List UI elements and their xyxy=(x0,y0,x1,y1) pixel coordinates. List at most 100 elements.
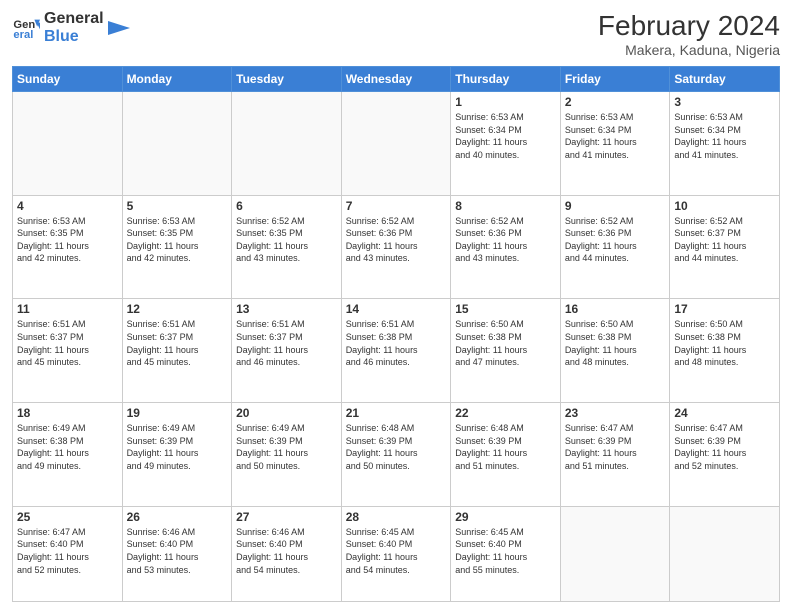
calendar-cell: 18 Sunrise: 6:49 AM Sunset: 6:38 PM Dayli… xyxy=(13,403,123,507)
day-number: 2 xyxy=(565,95,666,109)
day-number: 5 xyxy=(127,199,228,213)
day-info: Sunrise: 6:53 AM Sunset: 6:35 PM Dayligh… xyxy=(127,215,228,265)
weekday-header-monday: Monday xyxy=(122,67,232,92)
calendar-cell: 21Sunrise: 6:48 AM Sunset: 6:39 PM Dayli… xyxy=(341,403,451,507)
day-info: Sunrise: 6:53 AM Sunset: 6:34 PM Dayligh… xyxy=(455,111,556,161)
day-info: Sunrise: 6:50 AM Sunset: 6:38 PM Dayligh… xyxy=(455,318,556,368)
location-subtitle: Makera, Kaduna, Nigeria xyxy=(598,42,780,58)
day-number: 7 xyxy=(346,199,447,213)
calendar-cell: 17 Sunrise: 6:50 AM Sunset: 6:38 PM Dayli… xyxy=(670,299,780,403)
day-number: 14 xyxy=(346,302,447,316)
day-info: Sunrise: 6:47 AM Sunset: 6:39 PM Dayligh… xyxy=(565,422,666,472)
day-number: 25 xyxy=(17,510,118,524)
day-info: Sunrise: 6:45 AM Sunset: 6:40 PM Dayligh… xyxy=(346,526,447,576)
title-block: February 2024 Makera, Kaduna, Nigeria xyxy=(598,10,780,58)
day-number: 17 xyxy=(674,302,775,316)
calendar-cell: 29 Sunrise: 6:45 AM Sunset: 6:40 PM Dayli… xyxy=(451,506,561,601)
day-info: Sunrise: 6:51 AM Sunset: 6:37 PM Dayligh… xyxy=(127,318,228,368)
calendar-cell: 28Sunrise: 6:45 AM Sunset: 6:40 PM Dayli… xyxy=(341,506,451,601)
calendar-cell xyxy=(670,506,780,601)
day-info: Sunrise: 6:49 AM Sunset: 6:39 PM Dayligh… xyxy=(236,422,337,472)
calendar-cell: 25 Sunrise: 6:47 AM Sunset: 6:40 PM Dayli… xyxy=(13,506,123,601)
day-info: Sunrise: 6:50 AM Sunset: 6:38 PM Dayligh… xyxy=(674,318,775,368)
day-info: Sunrise: 6:53 AM Sunset: 6:34 PM Dayligh… xyxy=(565,111,666,161)
day-number: 6 xyxy=(236,199,337,213)
calendar-cell: 24Sunrise: 6:47 AM Sunset: 6:39 PM Dayli… xyxy=(670,403,780,507)
logo-icon: Gen eral xyxy=(12,14,40,42)
day-info: Sunrise: 6:52 AM Sunset: 6:36 PM Dayligh… xyxy=(455,215,556,265)
day-number: 23 xyxy=(565,406,666,420)
calendar-cell: 23 Sunrise: 6:47 AM Sunset: 6:39 PM Dayli… xyxy=(560,403,670,507)
day-number: 20 xyxy=(236,406,337,420)
calendar-cell: 8 Sunrise: 6:52 AM Sunset: 6:36 PM Daylig… xyxy=(451,195,561,299)
weekday-header-saturday: Saturday xyxy=(670,67,780,92)
calendar-cell: 15Sunrise: 6:50 AM Sunset: 6:38 PM Dayli… xyxy=(451,299,561,403)
day-number: 18 xyxy=(17,406,118,420)
calendar-cell xyxy=(122,92,232,196)
day-info: Sunrise: 6:52 AM Sunset: 6:36 PM Dayligh… xyxy=(565,215,666,265)
day-number: 29 xyxy=(455,510,556,524)
calendar-table: SundayMondayTuesdayWednesdayThursdayFrid… xyxy=(12,66,780,602)
calendar-cell: 2 Sunrise: 6:53 AM Sunset: 6:34 PM Daylig… xyxy=(560,92,670,196)
weekday-header-sunday: Sunday xyxy=(13,67,123,92)
day-number: 1 xyxy=(455,95,556,109)
calendar-cell: 10Sunrise: 6:52 AM Sunset: 6:37 PM Dayli… xyxy=(670,195,780,299)
svg-text:eral: eral xyxy=(13,28,33,40)
calendar-cell xyxy=(341,92,451,196)
day-info: Sunrise: 6:48 AM Sunset: 6:39 PM Dayligh… xyxy=(455,422,556,472)
day-number: 4 xyxy=(17,199,118,213)
calendar-cell xyxy=(232,92,342,196)
calendar-week-row: 11 Sunrise: 6:51 AM Sunset: 6:37 PM Dayli… xyxy=(13,299,780,403)
calendar-cell: 14Sunrise: 6:51 AM Sunset: 6:38 PM Dayli… xyxy=(341,299,451,403)
weekday-header-wednesday: Wednesday xyxy=(341,67,451,92)
day-number: 13 xyxy=(236,302,337,316)
calendar-cell: 3Sunrise: 6:53 AM Sunset: 6:34 PM Daylig… xyxy=(670,92,780,196)
day-number: 27 xyxy=(236,510,337,524)
day-info: Sunrise: 6:49 AM Sunset: 6:38 PM Dayligh… xyxy=(17,422,118,472)
day-info: Sunrise: 6:46 AM Sunset: 6:40 PM Dayligh… xyxy=(236,526,337,576)
day-info: Sunrise: 6:45 AM Sunset: 6:40 PM Dayligh… xyxy=(455,526,556,576)
calendar-cell: 19 Sunrise: 6:49 AM Sunset: 6:39 PM Dayli… xyxy=(122,403,232,507)
day-number: 19 xyxy=(127,406,228,420)
day-number: 10 xyxy=(674,199,775,213)
calendar-cell: 13Sunrise: 6:51 AM Sunset: 6:37 PM Dayli… xyxy=(232,299,342,403)
day-info: Sunrise: 6:48 AM Sunset: 6:39 PM Dayligh… xyxy=(346,422,447,472)
day-info: Sunrise: 6:53 AM Sunset: 6:35 PM Dayligh… xyxy=(17,215,118,265)
day-info: Sunrise: 6:53 AM Sunset: 6:34 PM Dayligh… xyxy=(674,111,775,161)
calendar-cell xyxy=(560,506,670,601)
logo: Gen eral General Blue xyxy=(12,10,130,45)
day-number: 11 xyxy=(17,302,118,316)
calendar-cell: 22 Sunrise: 6:48 AM Sunset: 6:39 PM Dayli… xyxy=(451,403,561,507)
day-info: Sunrise: 6:47 AM Sunset: 6:40 PM Dayligh… xyxy=(17,526,118,576)
calendar-cell: 12Sunrise: 6:51 AM Sunset: 6:37 PM Dayli… xyxy=(122,299,232,403)
calendar-cell: 4 Sunrise: 6:53 AM Sunset: 6:35 PM Daylig… xyxy=(13,195,123,299)
calendar-cell: 16Sunrise: 6:50 AM Sunset: 6:38 PM Dayli… xyxy=(560,299,670,403)
calendar-cell: 6Sunrise: 6:52 AM Sunset: 6:35 PM Daylig… xyxy=(232,195,342,299)
calendar-cell: 5 Sunrise: 6:53 AM Sunset: 6:35 PM Daylig… xyxy=(122,195,232,299)
calendar-cell: 20 Sunrise: 6:49 AM Sunset: 6:39 PM Dayli… xyxy=(232,403,342,507)
logo-text-blue: Blue xyxy=(44,28,104,46)
calendar-week-row: 25 Sunrise: 6:47 AM Sunset: 6:40 PM Dayli… xyxy=(13,506,780,601)
day-info: Sunrise: 6:47 AM Sunset: 6:39 PM Dayligh… xyxy=(674,422,775,472)
calendar-cell: 27 Sunrise: 6:46 AM Sunset: 6:40 PM Dayli… xyxy=(232,506,342,601)
day-info: Sunrise: 6:49 AM Sunset: 6:39 PM Dayligh… xyxy=(127,422,228,472)
day-info: Sunrise: 6:51 AM Sunset: 6:37 PM Dayligh… xyxy=(17,318,118,368)
calendar-cell: 9Sunrise: 6:52 AM Sunset: 6:36 PM Daylig… xyxy=(560,195,670,299)
day-info: Sunrise: 6:46 AM Sunset: 6:40 PM Dayligh… xyxy=(127,526,228,576)
day-number: 26 xyxy=(127,510,228,524)
day-number: 22 xyxy=(455,406,556,420)
calendar-week-row: 1 Sunrise: 6:53 AM Sunset: 6:34 PM Daylig… xyxy=(13,92,780,196)
calendar-cell: 11 Sunrise: 6:51 AM Sunset: 6:37 PM Dayli… xyxy=(13,299,123,403)
weekday-header-thursday: Thursday xyxy=(451,67,561,92)
day-number: 8 xyxy=(455,199,556,213)
weekday-header-row: SundayMondayTuesdayWednesdayThursdayFrid… xyxy=(13,67,780,92)
calendar-cell: 26 Sunrise: 6:46 AM Sunset: 6:40 PM Dayli… xyxy=(122,506,232,601)
logo-text-general: General xyxy=(44,10,104,28)
calendar-cell: 1 Sunrise: 6:53 AM Sunset: 6:34 PM Daylig… xyxy=(451,92,561,196)
day-info: Sunrise: 6:52 AM Sunset: 6:36 PM Dayligh… xyxy=(346,215,447,265)
calendar-week-row: 18 Sunrise: 6:49 AM Sunset: 6:38 PM Dayli… xyxy=(13,403,780,507)
calendar-cell: 7 Sunrise: 6:52 AM Sunset: 6:36 PM Daylig… xyxy=(341,195,451,299)
header: Gen eral General Blue February 2024 Make… xyxy=(12,10,780,58)
weekday-header-tuesday: Tuesday xyxy=(232,67,342,92)
weekday-header-friday: Friday xyxy=(560,67,670,92)
